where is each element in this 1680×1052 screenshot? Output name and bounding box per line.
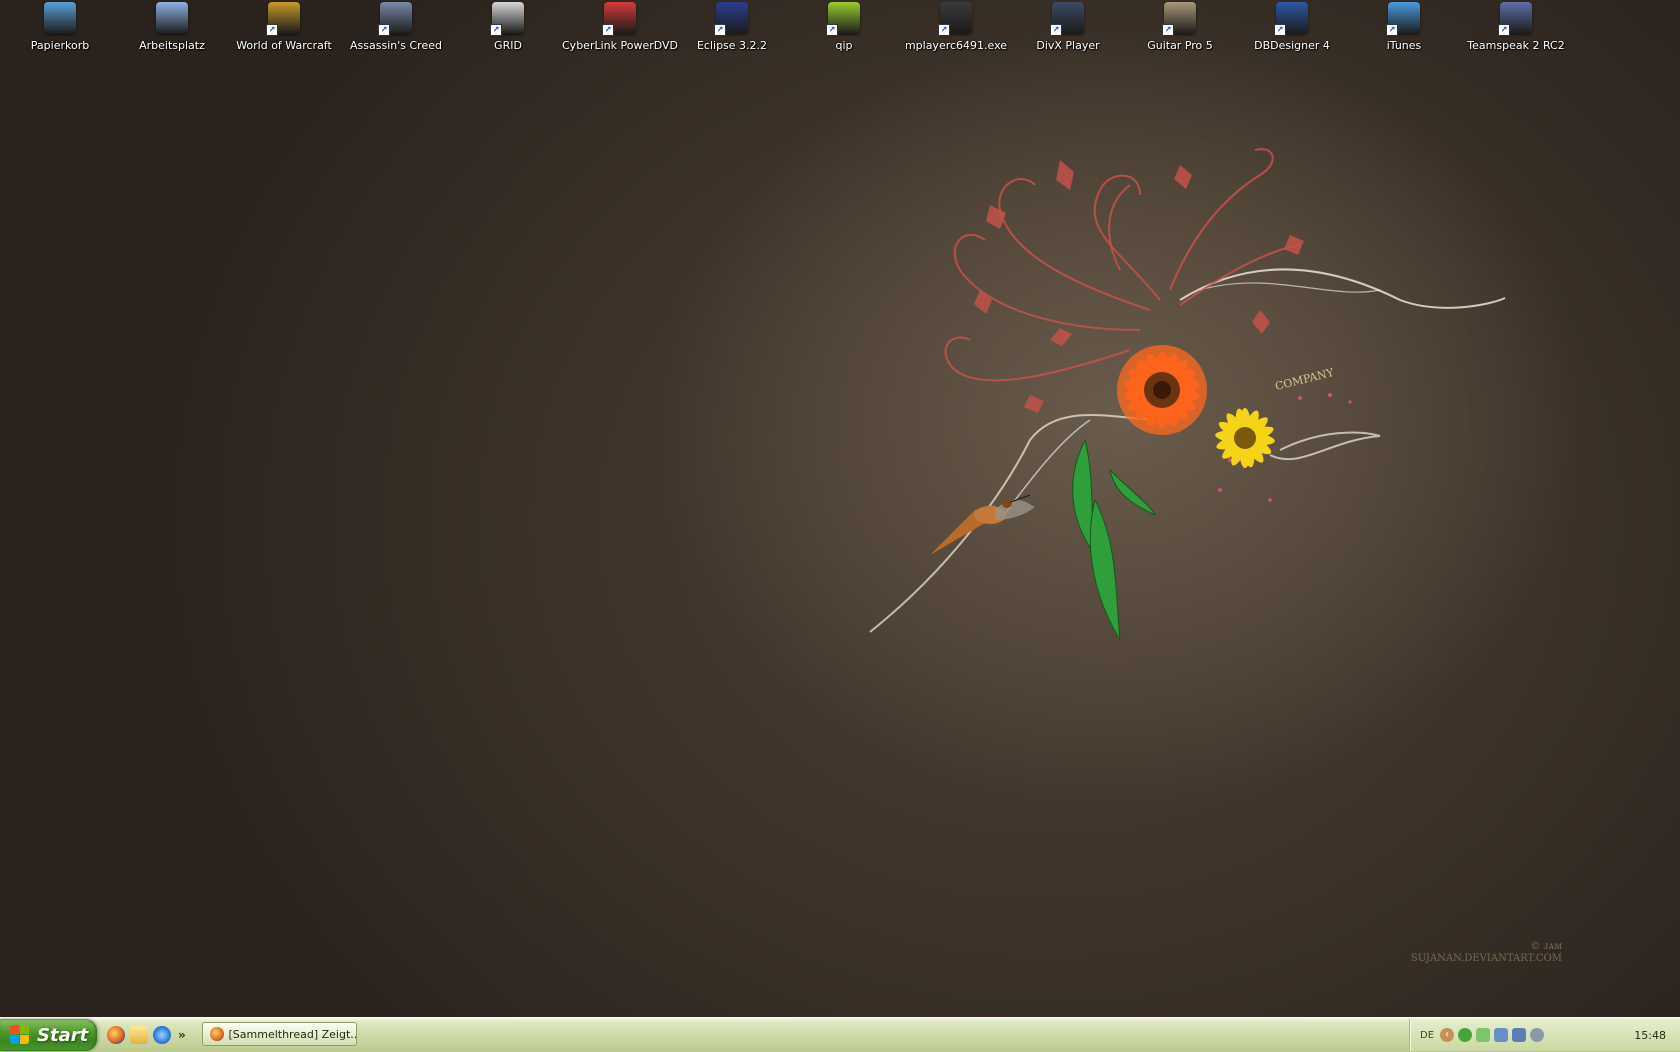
shortcut-arrow-icon: ↗ [826, 24, 838, 36]
desktop-icons: Papierkorb Arbeitsplatz ↗ World of Warcraft… [0, 0, 1680, 62]
clock[interactable]: 15:48 [1634, 1029, 1666, 1042]
desktop: COMPANY Papierkorb Arbeitsplatz ↗ World of … [0, 0, 1680, 1017]
grid-icon: ↗ [490, 2, 524, 36]
eclipse-icon: ↗ [714, 2, 748, 36]
desktop-icon-label: World of Warcraft [236, 39, 332, 52]
shortcut-arrow-icon: ↗ [1050, 24, 1062, 36]
desktop-icon-label: Assassin's Creed [350, 39, 442, 52]
wallpaper-signature-line1: © ᴊᴀᴍ [1530, 941, 1562, 952]
taskbar: Start » [Sammelthread] Zeigt... DE ‹ 15:… [0, 1017, 1680, 1052]
language-indicator[interactable]: DE [1420, 1030, 1434, 1041]
desktop-icon[interactable]: ↗ qip [788, 2, 900, 60]
desktop-icon[interactable]: ↗ Assassin's Creed [340, 2, 452, 60]
quick-launch: » [107, 1024, 186, 1046]
desktop-icon[interactable]: ↗ Eclipse 3.2.2 [676, 2, 788, 60]
itunes-icon: ↗ [1386, 2, 1420, 36]
dbdesigner-icon: ↗ [1274, 2, 1308, 36]
tray-expand-button[interactable]: ‹ [1440, 1028, 1455, 1042]
desktop-icon[interactable]: ↗ iTunes [1348, 2, 1460, 60]
desktop-icon-label: CyberLink PowerDVD [562, 39, 679, 52]
wallpaper-art: COMPANY [869, 148, 1506, 641]
wallpaper-signature-line2: SUJANAN.DEVIANTART.COM [1410, 953, 1562, 964]
desktop-icon[interactable]: ↗ CyberLink PowerDVD [562, 2, 679, 60]
desktop-icon-label: GRID [494, 39, 522, 52]
wallpaper-company-text: COMPANY [1274, 366, 1336, 393]
shortcut-arrow-icon: ↗ [938, 24, 950, 36]
desktop-icon[interactable]: Arbeitsplatz [116, 2, 228, 60]
desktop-icon[interactable]: ↗ GRID [452, 2, 564, 60]
world-of-warcraft-icon: ↗ [266, 2, 300, 36]
internet-explorer-icon[interactable] [153, 1026, 171, 1044]
shortcut-arrow-icon: ↗ [1498, 24, 1510, 36]
desktop-icon[interactable]: Papierkorb [4, 2, 116, 60]
desktop-icon-label: qip [835, 39, 853, 52]
shortcut-arrow-icon: ↗ [378, 24, 390, 36]
shortcut-arrow-icon: ↗ [266, 24, 278, 36]
desktop-icon-label: DivX Player [1036, 39, 1100, 52]
desktop-icon-label: Guitar Pro 5 [1147, 39, 1213, 52]
desktop-icon[interactable]: ↗ Teamspeak 2 RC2 [1460, 2, 1572, 60]
desktop-icon-label: mplayerc6491.exe [904, 39, 1008, 52]
powerdvd-icon: ↗ [602, 2, 636, 36]
shortcut-arrow-icon: ↗ [1386, 24, 1398, 36]
my-computer-icon [156, 2, 188, 34]
windows-logo-icon [10, 1025, 30, 1045]
desktop-icon[interactable]: ↗ Guitar Pro 5 [1124, 2, 1236, 60]
start-label: Start [37, 1024, 89, 1046]
firefox-icon[interactable] [107, 1026, 125, 1044]
desktop-icon-label: Papierkorb [30, 39, 90, 52]
security-icon[interactable] [1530, 1028, 1545, 1042]
qip-icon: ↗ [826, 2, 860, 36]
explorer-folder-icon[interactable] [130, 1026, 148, 1044]
shortcut-arrow-icon: ↗ [1274, 24, 1286, 36]
display-icon[interactable] [1512, 1028, 1527, 1042]
messenger-icon[interactable] [1476, 1028, 1491, 1042]
desktop-icon[interactable]: ↗ mplayerc6491.exe [900, 2, 1012, 60]
shortcut-arrow-icon: ↗ [714, 24, 726, 36]
shortcut-arrow-icon: ↗ [602, 24, 614, 36]
desktop-icon-label: DBDesigner 4 [1254, 39, 1330, 52]
taskbar-window-label: [Sammelthread] Zeigt... [228, 1027, 357, 1041]
teamspeak-icon: ↗ [1498, 2, 1532, 36]
desktop-icon[interactable]: ↗ DivX Player [1012, 2, 1124, 60]
media-player-classic-icon: ↗ [938, 2, 972, 36]
taskbar-window-button[interactable]: [Sammelthread] Zeigt... [202, 1022, 357, 1046]
desktop-icon-label: Arbeitsplatz [139, 39, 205, 52]
desktop-icon-label: Teamspeak 2 RC2 [1467, 39, 1565, 52]
system-tray: DE ‹ 15:48 [1409, 1019, 1680, 1051]
quick-launch-more-button[interactable]: » [178, 1028, 186, 1042]
start-button[interactable]: Start [0, 1019, 97, 1051]
shortcut-arrow-icon: ↗ [1162, 24, 1174, 36]
wallpaper-signature: © ᴊᴀᴍ SUJANAN.DEVIANTART.COM [1411, 941, 1562, 965]
guitar-pro-icon: ↗ [1162, 2, 1196, 36]
recycle-bin-icon [44, 2, 76, 34]
volume-icon[interactable] [1494, 1028, 1509, 1042]
desktop-icon-label: iTunes [1386, 39, 1422, 52]
desktop-icon-label: Eclipse 3.2.2 [696, 39, 768, 52]
shortcut-arrow-icon: ↗ [490, 24, 502, 36]
network-icon[interactable] [1458, 1028, 1473, 1042]
divx-player-icon: ↗ [1050, 2, 1084, 36]
desktop-icon[interactable]: ↗ World of Warcraft [228, 2, 340, 60]
assassins-creed-icon: ↗ [378, 2, 412, 36]
firefox-icon [210, 1027, 224, 1041]
desktop-icon[interactable]: ↗ DBDesigner 4 [1236, 2, 1348, 60]
